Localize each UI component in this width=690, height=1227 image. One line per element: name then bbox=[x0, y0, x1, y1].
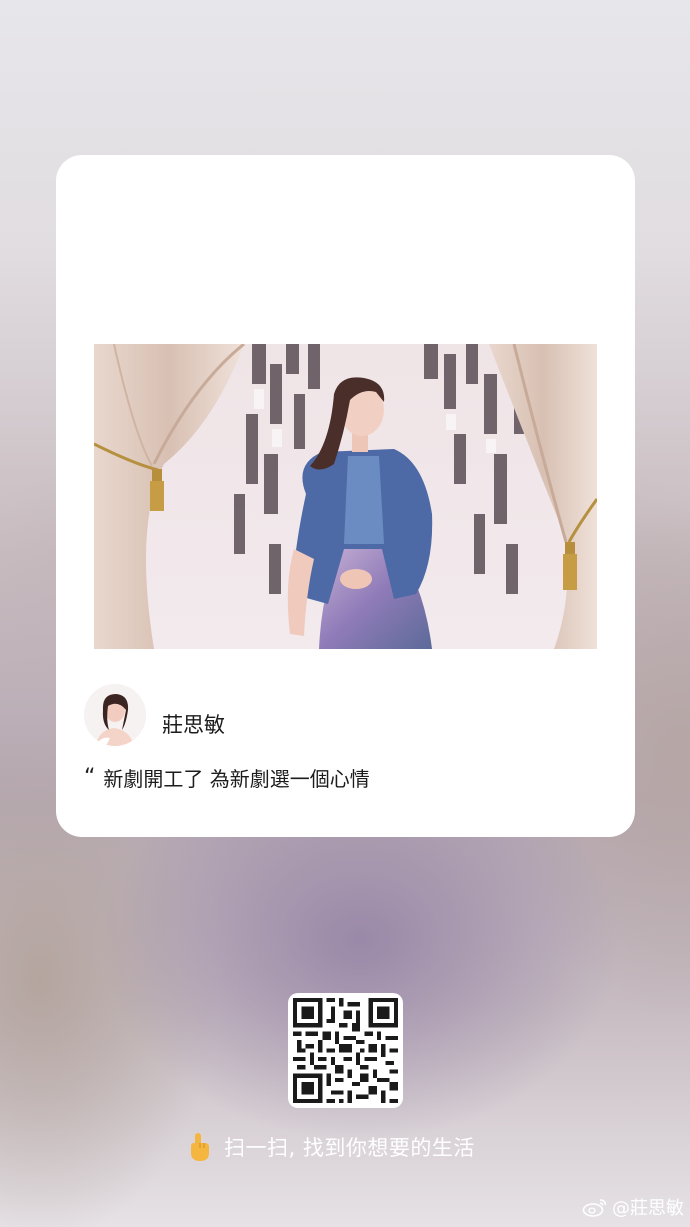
photo-illustration bbox=[94, 344, 597, 649]
scan-text: 扫一扫, 找到你想要的生活 bbox=[224, 1136, 475, 1160]
share-card: 莊思敏 “ 新劇開工了 為新劇選一個心情 bbox=[56, 155, 635, 837]
post-photo[interactable] bbox=[94, 344, 597, 649]
weibo-logo-icon bbox=[582, 1197, 608, 1217]
author-avatar[interactable] bbox=[84, 684, 146, 746]
pointing-hand-icon bbox=[186, 1132, 212, 1162]
qr-code-icon bbox=[293, 998, 398, 1103]
post-quote: “ 新劇開工了 為新劇選一個心情 bbox=[84, 763, 370, 792]
author-name[interactable]: 莊思敏 bbox=[162, 709, 225, 739]
author-row[interactable]: 莊思敏 bbox=[84, 683, 225, 747]
avatar-illustration bbox=[84, 684, 146, 746]
watermark: @莊思敏 bbox=[582, 1194, 684, 1220]
quote-text: 新劇開工了 為新劇選一個心情 bbox=[103, 767, 370, 791]
scan-prompt: 扫一扫, 找到你想要的生活 bbox=[186, 1132, 475, 1162]
watermark-text: @莊思敏 bbox=[612, 1198, 684, 1219]
quote-mark: “ bbox=[84, 765, 96, 790]
qr-code[interactable] bbox=[288, 993, 403, 1108]
